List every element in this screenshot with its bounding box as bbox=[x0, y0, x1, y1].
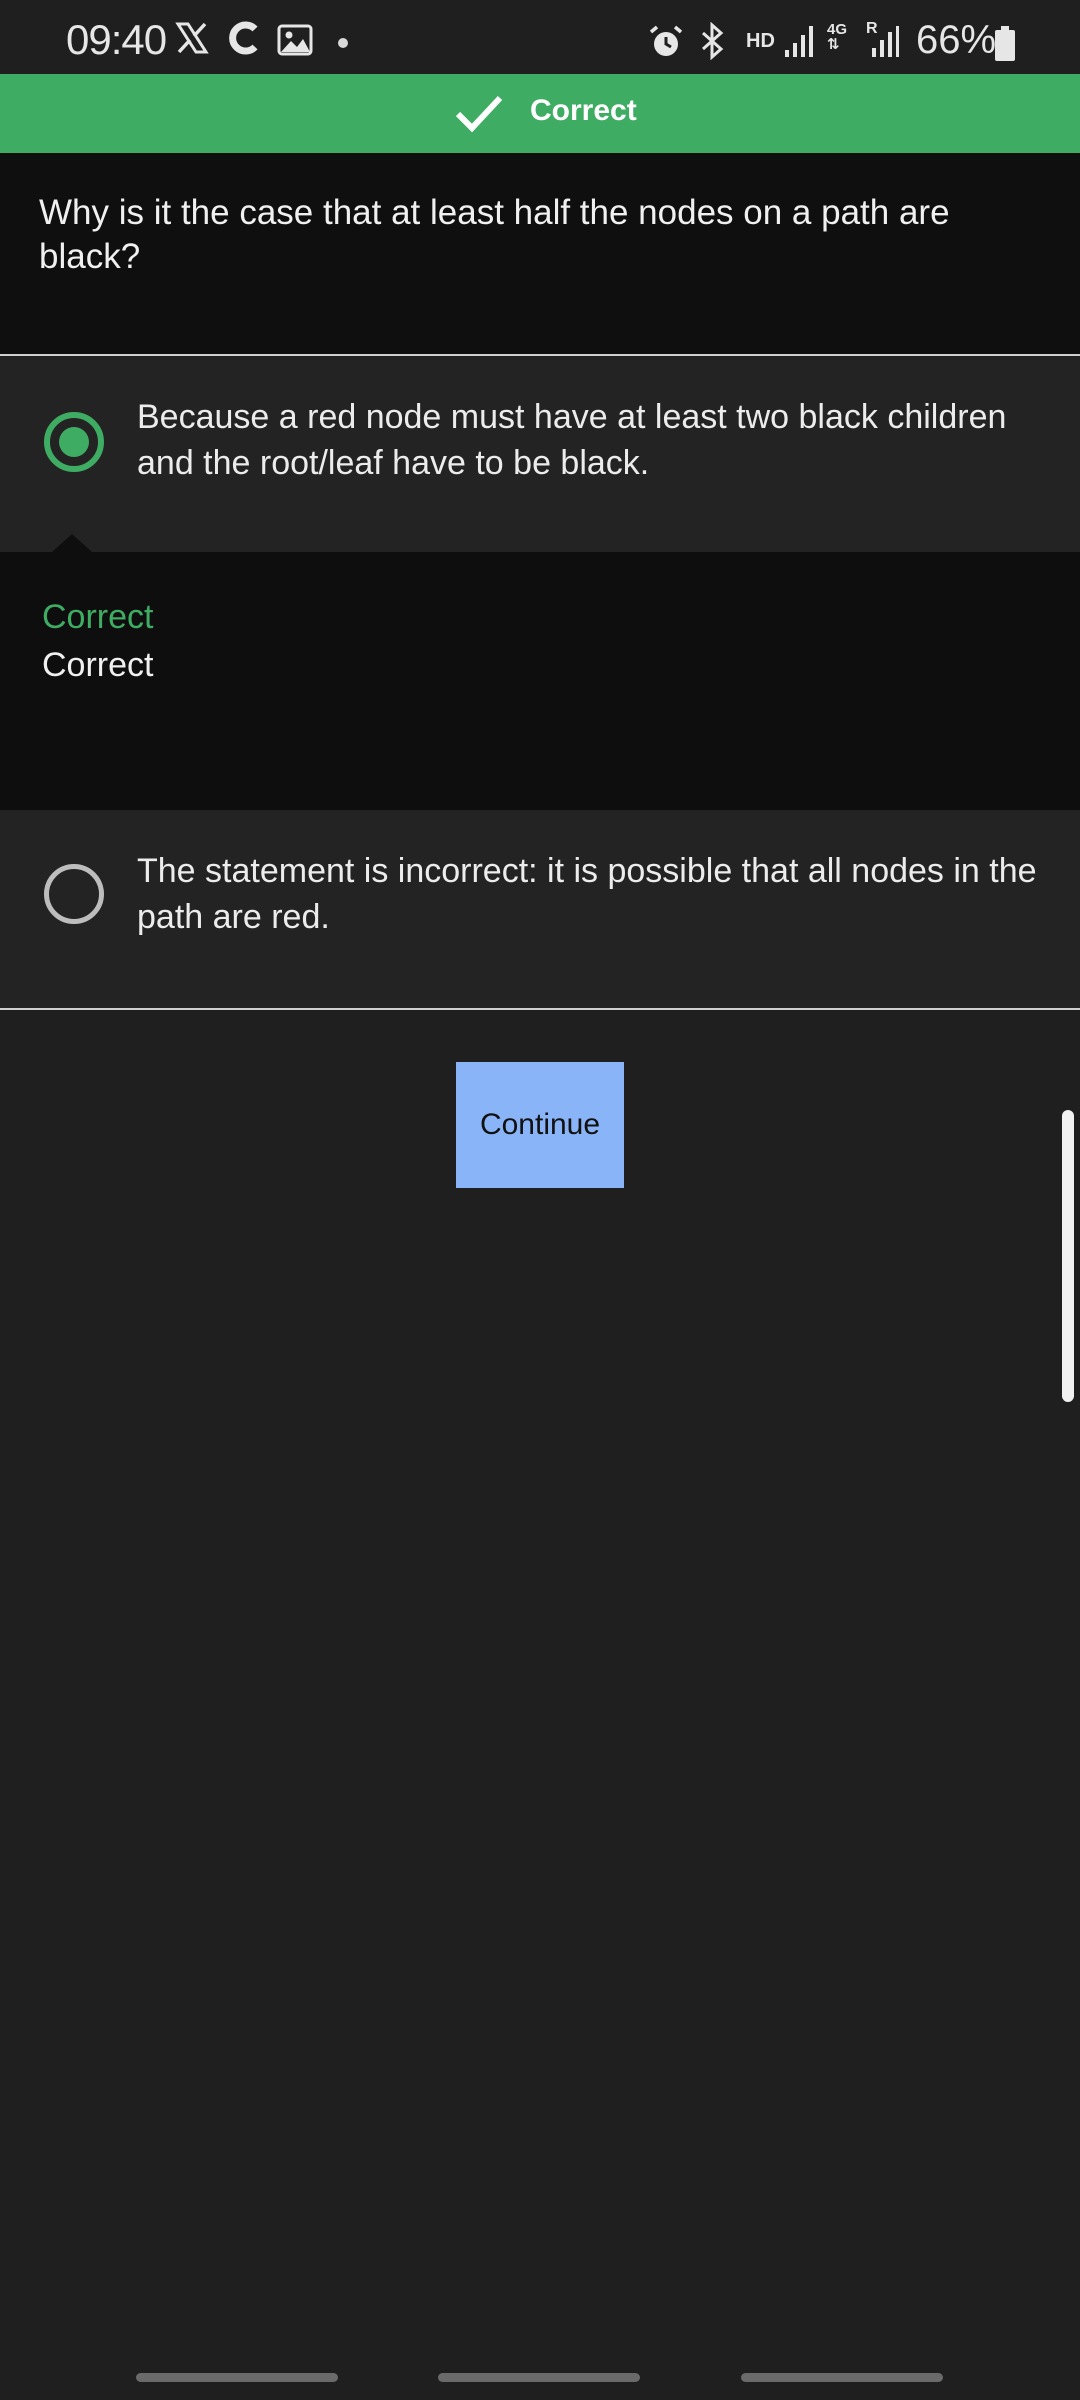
continue-button[interactable]: Continue bbox=[456, 1062, 624, 1188]
answer-option-1-text: Because a red node must have at least tw… bbox=[137, 398, 1007, 482]
scrollbar[interactable] bbox=[1062, 1110, 1074, 1402]
battery-percentage: 66% bbox=[916, 18, 997, 62]
gallery-icon bbox=[277, 24, 313, 56]
answer-option-1[interactable]: Because a red node must have at least tw… bbox=[0, 356, 1080, 552]
c-app-icon bbox=[229, 21, 258, 55]
nav-recents-button[interactable] bbox=[136, 2373, 338, 2382]
battery-icon bbox=[995, 26, 1015, 61]
radio-unselected-icon[interactable] bbox=[44, 864, 104, 924]
network-type-icon: 4G ⇅ bbox=[827, 22, 847, 52]
question-area: Why is it the case that at least half th… bbox=[0, 153, 1080, 354]
answer-option-2[interactable]: The statement is incorrect: it is possib… bbox=[0, 810, 1080, 1008]
feedback-pointer bbox=[52, 534, 92, 552]
alarm-icon bbox=[649, 25, 683, 56]
signal-strength-2-icon bbox=[872, 26, 899, 57]
notification-dot-icon bbox=[338, 38, 348, 48]
divider-bottom bbox=[0, 1008, 1080, 1010]
signal-strength-icon bbox=[785, 26, 813, 57]
checkmark-icon bbox=[455, 95, 503, 133]
answer-option-2-text: The statement is incorrect: it is possib… bbox=[137, 852, 1037, 936]
nav-home-button[interactable] bbox=[438, 2373, 640, 2382]
feedback-body: Correct bbox=[42, 646, 154, 684]
nav-back-button[interactable] bbox=[741, 2373, 943, 2382]
status-bar: 09:40 HD 4G ⇅ R 66% bbox=[0, 0, 1080, 74]
hd-voice-icon: HD bbox=[746, 30, 775, 52]
feedback-title: Correct bbox=[42, 598, 154, 636]
bluetooth-icon bbox=[702, 22, 724, 60]
feedback-panel: Correct Correct bbox=[0, 552, 1080, 810]
radio-selected-icon[interactable] bbox=[44, 412, 104, 472]
radio-dot bbox=[59, 427, 89, 457]
status-time: 09:40 bbox=[66, 16, 167, 63]
banner-label: Correct bbox=[530, 94, 637, 127]
x-app-icon bbox=[175, 22, 209, 54]
data-arrows-icon: ⇅ bbox=[827, 36, 840, 53]
question-text: Why is it the case that at least half th… bbox=[39, 193, 950, 276]
quiz-screen: 09:40 HD 4G ⇅ R 66% Correct Why is it th… bbox=[0, 0, 1080, 2400]
correct-banner: Correct bbox=[0, 74, 1080, 153]
